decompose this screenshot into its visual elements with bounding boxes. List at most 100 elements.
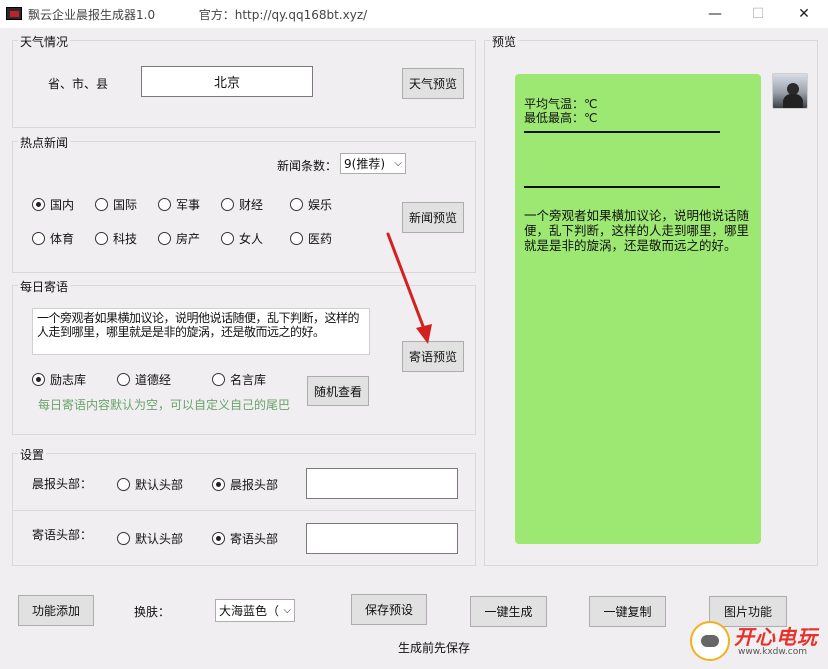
watermark-text: 开心电玩 (734, 625, 818, 649)
radio-selected-icon (32, 198, 45, 211)
news-radio-label: 军事 (176, 198, 201, 212)
radio-label: 寄语头部 (230, 532, 279, 546)
preview-divider-1 (524, 131, 720, 133)
settings-divider (13, 510, 475, 511)
radio-icon (117, 532, 130, 545)
news-count-label: 新闻条数： (277, 159, 338, 173)
radio-selected-icon (212, 532, 225, 545)
radio-icon (117, 478, 130, 491)
radio-icon (221, 232, 234, 245)
news-radio-label: 科技 (113, 232, 138, 246)
radio-icon (32, 232, 45, 245)
radio-icon (158, 232, 171, 245)
morning-header-input[interactable] (306, 468, 458, 499)
news-count-value: 9(推荐) (344, 157, 385, 171)
quote-radio-label: 道德经 (135, 373, 172, 387)
radio-icon (95, 198, 108, 211)
news-radio-label: 体育 (50, 232, 75, 246)
preview-quote-text: 一个旁观者如果横加议论，说明他说话随便，乱下判断，这样的人走到哪里，哪里就是是非… (524, 208, 750, 253)
radio-label: 默认头部 (135, 478, 184, 492)
preview-legend: 预览 (490, 33, 519, 50)
quote-radio-label: 励志库 (50, 373, 87, 387)
random-view-button[interactable]: 随机查看 (307, 376, 369, 406)
preview-avg-temp: 平均气温：℃ (524, 97, 598, 111)
watermark-logo-icon (690, 621, 730, 661)
minimize-button[interactable]: — (703, 4, 727, 24)
news-radio-junshi[interactable]: 军事 (158, 196, 200, 213)
quote-header-input[interactable] (306, 523, 458, 554)
radio-icon (158, 198, 171, 211)
news-radio-tiyu[interactable]: 体育 (32, 230, 74, 247)
quote-header-radio[interactable]: 寄语头部 (212, 530, 278, 547)
morning-header-radio[interactable]: 晨报头部 (212, 476, 278, 493)
arrow-shaft (386, 232, 428, 336)
quote-radio-lizhi[interactable]: 励志库 (32, 371, 86, 388)
watermark-url: www.kxdw.com (738, 647, 807, 657)
radio-selected-icon (32, 373, 45, 386)
save-preset-button[interactable]: 保存预设 (351, 594, 427, 625)
avatar-body (783, 94, 803, 108)
copy-button[interactable]: 一键复制 (589, 596, 666, 627)
watermark: 开心电玩 www.kxdw.com (686, 613, 828, 669)
add-feature-button[interactable]: 功能添加 (18, 595, 94, 626)
news-radio-fangchan[interactable]: 房产 (158, 230, 200, 247)
news-count-select[interactable]: 9(推荐) ⌵ (340, 153, 406, 174)
quote-default-radio[interactable]: 默认头部 (117, 530, 183, 547)
radio-label: 晨报头部 (230, 478, 279, 492)
radio-icon (290, 198, 303, 211)
news-radio-yiyao[interactable]: 医药 (290, 230, 332, 247)
quote-header-label: 寄语头部： (32, 528, 93, 542)
arrow-annotation-icon (386, 232, 432, 344)
news-radio-keji[interactable]: 科技 (95, 230, 137, 247)
news-radio-caijing[interactable]: 财经 (221, 196, 263, 213)
title-bar: 飘云企业晨报生成器1.0 官方：http://qy.qq168bt.xyz/ —… (0, 0, 828, 28)
news-radio-guoji[interactable]: 国际 (95, 196, 137, 213)
generate-button[interactable]: 一键生成 (470, 596, 547, 627)
radio-label: 默认头部 (135, 532, 184, 546)
news-radio-label: 国内 (50, 198, 75, 212)
news-radio-guonei[interactable]: 国内 (32, 196, 74, 213)
quote-radio-label: 名言库 (230, 373, 267, 387)
weather-preview-button[interactable]: 天气预览 (402, 68, 464, 99)
news-radio-nvren[interactable]: 女人 (221, 230, 263, 247)
save-hint: 生成前先保存 (398, 641, 471, 655)
app-icon (6, 7, 22, 20)
region-label: 省、市、县 (48, 77, 109, 91)
settings-legend: 设置 (18, 446, 47, 463)
radio-icon (117, 373, 130, 386)
quote-legend: 每日寄语 (18, 278, 71, 295)
preview-bubble (515, 74, 761, 544)
skin-select[interactable]: 大海蓝色（ ⌵ (215, 599, 295, 622)
close-button[interactable]: ✕ (792, 4, 816, 24)
quote-radio-mingyan[interactable]: 名言库 (212, 371, 266, 388)
news-legend: 热点新闻 (18, 134, 71, 151)
quote-radio-daodejing[interactable]: 道德经 (117, 371, 171, 388)
radio-icon (221, 198, 234, 211)
morning-default-radio[interactable]: 默认头部 (117, 476, 183, 493)
news-radio-label: 房产 (176, 232, 201, 246)
skin-value: 大海蓝色（ (219, 604, 280, 618)
region-input[interactable]: 北京 (141, 66, 313, 97)
news-radio-label: 国际 (113, 198, 138, 212)
avatar (772, 73, 808, 109)
radio-selected-icon (212, 478, 225, 491)
news-radio-yule[interactable]: 娱乐 (290, 196, 332, 213)
radio-icon (95, 232, 108, 245)
radio-icon (290, 232, 303, 245)
news-radio-label: 娱乐 (308, 198, 333, 212)
window-title: 飘云企业晨报生成器1.0 官方：http://qy.qq168bt.xyz/ (28, 6, 367, 23)
arrow-head (416, 324, 432, 344)
quote-textarea[interactable]: 一个旁观者如果横加议论，说明他说话随便，乱下判断，这样的人走到哪里，哪里就是是非… (32, 308, 370, 355)
chevron-down-icon: ⌵ (394, 158, 402, 169)
quote-hint: 每日寄语内容默认为空，可以自定义自己的尾巴 (38, 398, 291, 412)
news-radio-label: 医药 (308, 232, 333, 246)
news-radio-label: 女人 (239, 232, 264, 246)
maximize-button: ☐ (751, 6, 765, 22)
weather-legend: 天气情况 (18, 33, 71, 50)
chevron-down-icon: ⌵ (283, 605, 291, 616)
skin-label: 换肤： (134, 605, 171, 619)
news-radio-label: 财经 (239, 198, 264, 212)
preview-min-max-temp: 最低最高：℃ (524, 111, 598, 125)
radio-icon (212, 373, 225, 386)
official-url-text: 官方：http://qy.qq168bt.xyz/ (198, 8, 368, 22)
